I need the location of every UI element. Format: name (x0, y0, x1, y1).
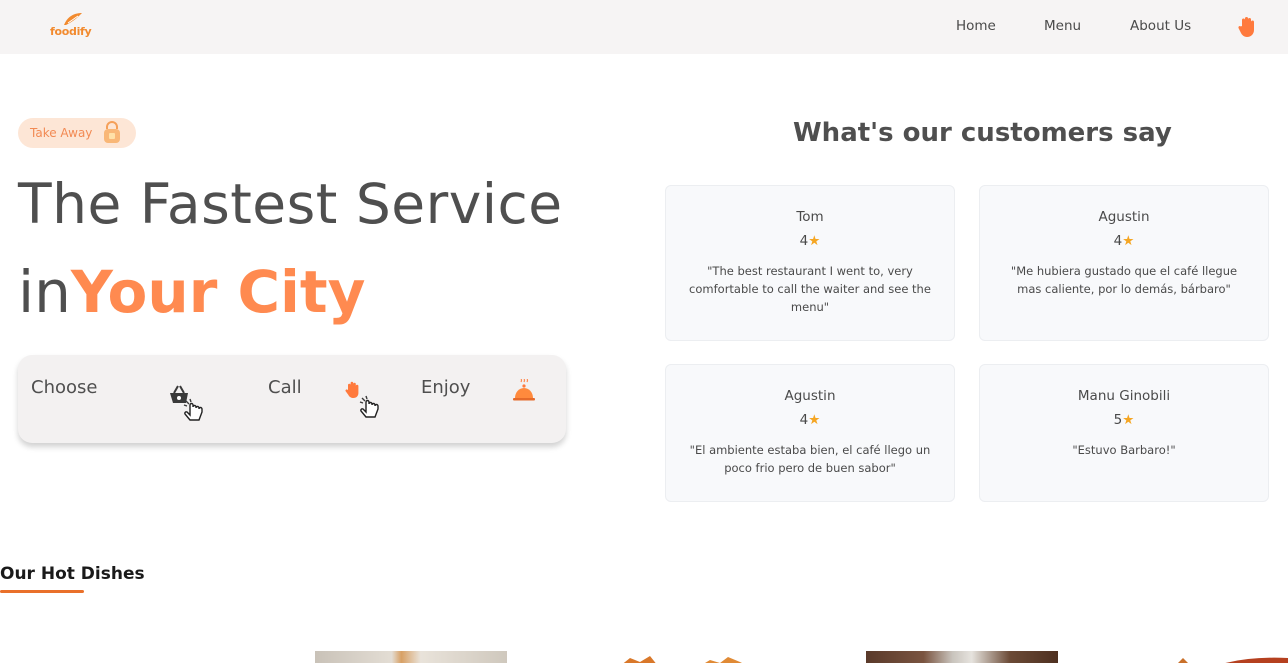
hot-dishes-title: Our Hot Dishes (0, 564, 145, 584)
badge-label: Take Away (30, 126, 93, 140)
dish-image[interactable] (610, 651, 755, 663)
star-icon: ★ (1122, 233, 1135, 249)
review-rating: 4★ (666, 233, 954, 249)
hand-click-icon (345, 380, 385, 426)
review-text: "El ambiente estaba bien, el café llego … (689, 443, 931, 475)
reviewer-name: Manu Ginobili (1077, 388, 1171, 404)
star-icon: ★ (808, 412, 821, 428)
step-call-label: Call (268, 377, 302, 398)
review-rating: 4★ (980, 233, 1268, 249)
reviews-title: What's our customers say (793, 118, 1172, 148)
navbar: foodify Home Menu About Us (0, 0, 1288, 54)
basket-click-icon (168, 383, 208, 429)
star-icon: ★ (808, 233, 821, 249)
hand-icon[interactable] (1237, 16, 1257, 38)
review-text: "Estuvo Barbaro!" (1072, 443, 1176, 457)
review-card: Agustin 4★ "El ambiente estaba bien, el … (665, 364, 955, 502)
hero-title-line2: inYour City (18, 258, 365, 326)
rating-value: 4 (799, 412, 809, 428)
cloche-icon (513, 378, 535, 407)
logo[interactable]: foodify (50, 11, 96, 41)
review-text: "The best restaurant I went to, very com… (689, 264, 931, 314)
dish-image[interactable] (1165, 651, 1288, 663)
reviewer-name: Tom (796, 209, 824, 225)
nav-home-link[interactable]: Home (956, 18, 996, 34)
dish-image[interactable] (315, 651, 507, 663)
step-choose-label: Choose (31, 377, 98, 398)
review-rating: 5★ (980, 412, 1268, 428)
title-underline (0, 590, 84, 593)
rating-value: 5 (1113, 412, 1123, 428)
rating-value: 4 (1113, 233, 1123, 249)
hero-title-line1: The Fastest Service (18, 172, 563, 236)
shopping-bag-icon (101, 121, 123, 149)
nav-about-link[interactable]: About Us (1130, 18, 1191, 34)
dish-image[interactable] (866, 651, 1058, 663)
logo-text: foodify (50, 25, 92, 38)
take-away-badge: Take Away (18, 118, 136, 148)
step-enjoy-label: Enjoy (421, 377, 471, 398)
hero-title-prefix: in (18, 258, 71, 326)
review-rating: 4★ (666, 412, 954, 428)
star-icon: ★ (1122, 412, 1135, 428)
reviewer-name: Agustin (784, 388, 836, 404)
review-text: "Me hubiera gustado que el café llegue m… (1010, 264, 1238, 296)
reviewer-name: Agustin (1098, 209, 1150, 225)
nav-menu-link[interactable]: Menu (1044, 18, 1081, 34)
steps-panel: Choose Call Enjoy (18, 355, 566, 443)
review-card: Tom 4★ "The best restaurant I went to, v… (665, 185, 955, 341)
review-card: Agustin 4★ "Me hubiera gustado que el ca… (979, 185, 1269, 341)
hero-title-highlight: Your City (70, 258, 366, 326)
review-card: Manu Ginobili 5★ "Estuvo Barbaro!" (979, 364, 1269, 502)
rating-value: 4 (799, 233, 809, 249)
